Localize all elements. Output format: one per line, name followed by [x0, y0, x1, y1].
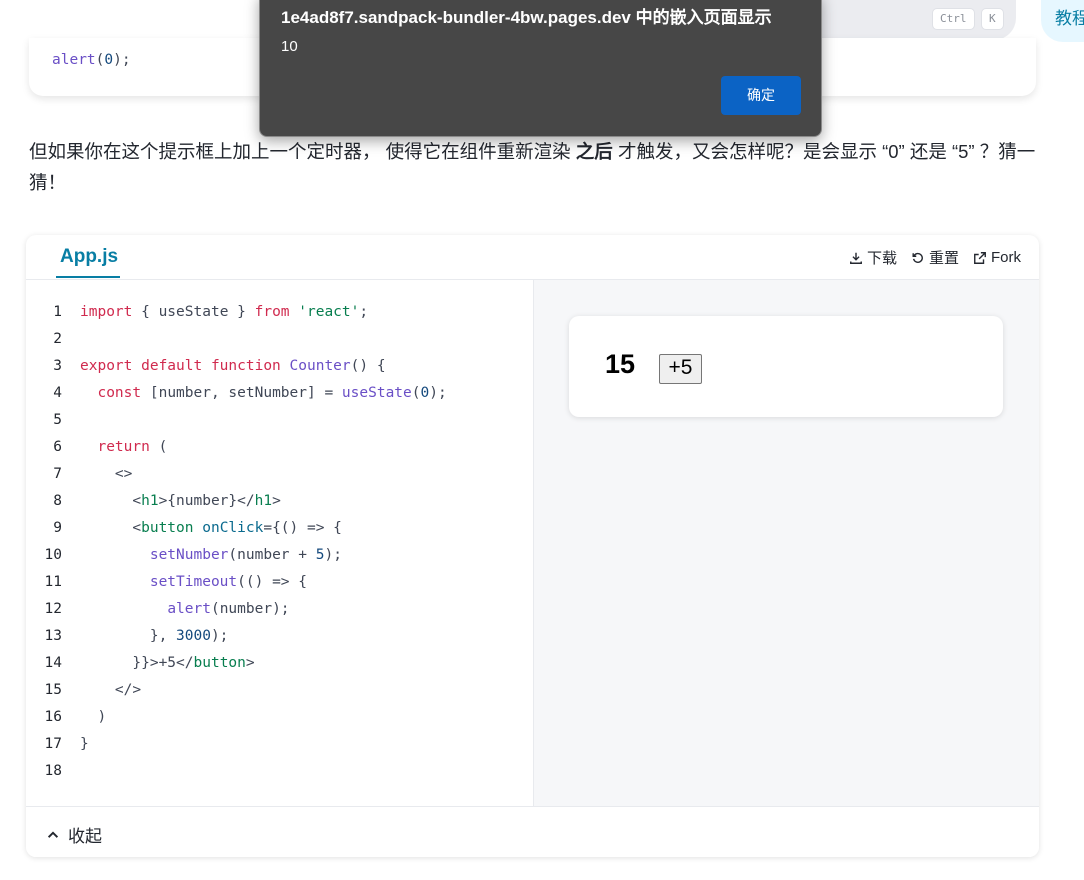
reset-button[interactable]: 重置: [911, 247, 959, 268]
line-number: 4: [53, 385, 62, 401]
line-number: 11: [44, 574, 62, 590]
line-number: 17: [44, 736, 62, 752]
code-line[interactable]: 1 import { useState } from 'react';: [26, 299, 368, 326]
code-line[interactable]: 8 <h1>{number}</h1>: [26, 488, 281, 515]
alert-dialog: 1e4ad8f7.sandpack-bundler-4bw.pages.dev …: [259, 0, 822, 137]
alert-title: 1e4ad8f7.sandpack-bundler-4bw.pages.dev …: [281, 8, 772, 27]
body-paragraph: 但如果你在这个提示框上加上一个定时器， 使得它在组件重新渲染 之后 才触发，又会…: [29, 141, 1036, 193]
code-line[interactable]: 2: [26, 326, 80, 353]
code-line[interactable]: 7 <>: [26, 461, 132, 488]
fork-button[interactable]: Fork: [973, 247, 1021, 268]
code-line[interactable]: 3 export default function Counter() {: [26, 353, 385, 380]
line-number: 15: [44, 682, 62, 698]
code-line[interactable]: 4 const [number, setNumber] = useState(0…: [26, 380, 446, 407]
shortcut-k-key: K: [981, 8, 1004, 30]
sandpack-header: App.js 下载 重置 Fork: [26, 235, 1039, 280]
code-line[interactable]: 14 }}>+5</button>: [26, 650, 255, 677]
code-line[interactable]: 13 }, 3000);: [26, 623, 229, 650]
line-number: 14: [44, 655, 62, 671]
preview-card: 15 +5: [569, 316, 1003, 417]
code-line[interactable]: 15 </>: [26, 677, 142, 704]
code-line[interactable]: 6 return (: [26, 434, 167, 461]
nav-tutorial-link[interactable]: 教程: [1041, 0, 1084, 42]
code-line[interactable]: 17}: [26, 731, 89, 758]
code-editor[interactable]: 1 import { useState } from 'react'; 2 3 expo…: [26, 280, 534, 806]
code-line[interactable]: 11 setTimeout(() => {: [26, 569, 307, 596]
code-line[interactable]: 12 alert(number);: [26, 596, 290, 623]
download-button[interactable]: 下载: [849, 247, 897, 268]
collapse-button[interactable]: 收起: [46, 822, 102, 847]
line-number: 12: [44, 601, 62, 617]
code-line[interactable]: 10 setNumber(number + 5);: [26, 542, 342, 569]
alert-message: 10: [281, 38, 298, 55]
line-number: 13: [44, 628, 62, 644]
external-link-icon: [974, 251, 986, 264]
line-number: 8: [53, 493, 62, 509]
reset-icon: [912, 252, 923, 263]
line-number: 1: [53, 304, 62, 320]
active-tab-indicator: [56, 276, 120, 278]
code-line[interactable]: 18: [26, 758, 80, 785]
code-line[interactable]: 16 ): [26, 704, 107, 731]
line-number: 7: [53, 466, 62, 482]
counter-number: 15: [605, 349, 636, 379]
code-line[interactable]: 5: [26, 407, 80, 434]
code-line: alert(0);: [52, 52, 131, 68]
code-line[interactable]: 9 <button onClick={() => {: [26, 515, 342, 542]
line-number: 5: [53, 412, 62, 428]
plus-five-button[interactable]: +5: [659, 354, 702, 384]
bold-emphasis: 之后: [575, 141, 613, 162]
line-number: 10: [44, 547, 62, 563]
sandpack-container: App.js 下载 重置 Fork 1 import { useState } f…: [26, 235, 1039, 857]
alert-ok-button[interactable]: 确定: [721, 76, 801, 115]
chevron-up-icon: [47, 830, 59, 838]
sandpack-footer: 收起: [26, 806, 1039, 857]
line-number: 18: [44, 763, 62, 779]
line-number: 6: [53, 439, 62, 455]
shortcut-ctrl-key: Ctrl: [932, 8, 975, 30]
line-number: 3: [53, 358, 62, 374]
line-number: 16: [44, 709, 62, 725]
line-number: 2: [53, 331, 62, 347]
download-icon: [850, 252, 862, 264]
line-number: 9: [53, 520, 62, 536]
tab-app-js[interactable]: App.js: [60, 246, 118, 268]
preview-pane: 15 +5: [534, 280, 1039, 806]
